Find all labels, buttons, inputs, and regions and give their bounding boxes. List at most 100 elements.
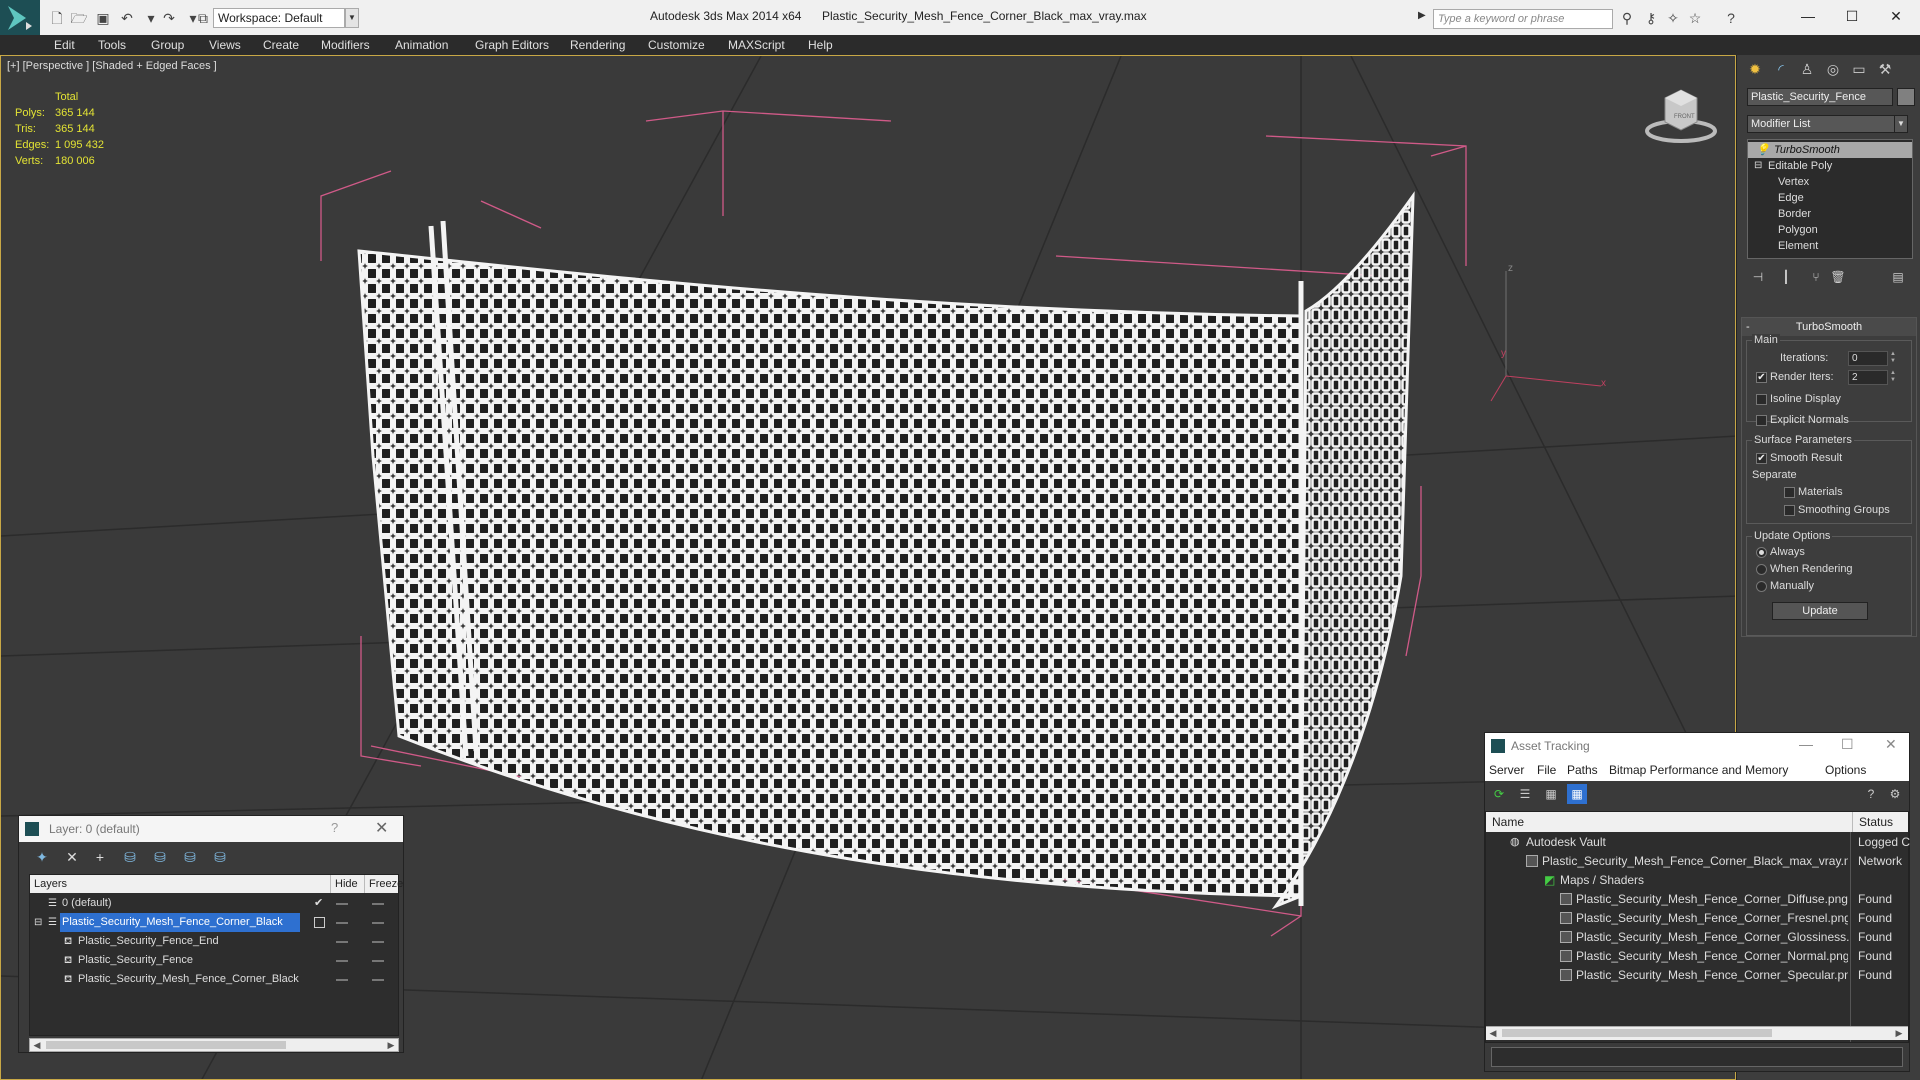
stack-item-turbosmooth[interactable]: 💡 TurboSmooth — [1748, 142, 1912, 158]
app-logo-icon[interactable] — [0, 0, 40, 35]
undo-dropdown-icon[interactable]: ▾ — [142, 9, 160, 27]
subscription-icon[interactable]: ⚷ — [1642, 9, 1660, 27]
scroll-left-icon[interactable]: ◀ — [1486, 1027, 1500, 1039]
new-file-icon[interactable]: 🗋 — [48, 9, 66, 27]
scroll-left-icon[interactable]: ◀ — [30, 1039, 44, 1051]
menu-group[interactable]: Group — [151, 38, 184, 52]
create-tab-icon[interactable]: ✹ — [1743, 58, 1767, 80]
grid-view-icon[interactable]: ▦ — [1567, 784, 1587, 804]
spinner-arrows-icon[interactable]: ▲ ▼ — [1888, 351, 1898, 366]
select-layer-icon[interactable]: ⛁ — [119, 846, 141, 868]
spinner-arrows-icon[interactable]: ▲ ▼ — [1888, 370, 1898, 385]
hide-all-layers-icon[interactable]: ⛁ — [179, 846, 201, 868]
horizontal-scrollbar[interactable]: ◀ ▶ — [29, 1038, 399, 1052]
pin-stack-icon[interactable]: ⊣ — [1747, 267, 1769, 287]
close-button[interactable]: ✕ — [375, 818, 388, 838]
menu-edit[interactable]: Edit — [54, 38, 75, 52]
stack-subitem-vertex[interactable]: Vertex — [1748, 174, 1912, 190]
menu-help[interactable]: Help — [808, 38, 833, 52]
layer-row[interactable]: ⊟ ☰ Plastic_Security_Mesh_Fence_Corner_B… — [30, 913, 398, 932]
horizontal-scrollbar[interactable]: ◀ ▶ — [1486, 1026, 1908, 1040]
layer-object-row[interactable]: ⛾ Plastic_Security_Mesh_Fence_Corner_Bla… — [30, 970, 398, 989]
remove-modifier-icon[interactable]: 🗑 — [1827, 267, 1849, 287]
set-current-checkbox[interactable] — [314, 917, 325, 928]
explicit-normals-checkbox[interactable] — [1756, 415, 1767, 426]
close-icon[interactable]: ✕ — [1876, 4, 1916, 28]
asset-row[interactable]: Plastic_Security_Mesh_Fence_Corner_Black… — [1486, 852, 1908, 871]
project-folder-icon[interactable]: ⧉ — [194, 9, 212, 27]
rollout-collapse-label[interactable]: - — [1746, 318, 1750, 336]
menu-graph-editors[interactable]: Graph Editors — [475, 38, 549, 52]
chevron-down-icon[interactable]: ▼ — [1894, 115, 1908, 133]
stack-subitem-polygon[interactable]: Polygon — [1748, 222, 1912, 238]
object-color-swatch[interactable] — [1897, 88, 1915, 106]
table-view-icon[interactable]: ▦ — [1541, 784, 1561, 804]
when-rendering-radio[interactable] — [1756, 564, 1767, 575]
object-name-input[interactable]: Plastic_Security_Fence — [1747, 88, 1893, 106]
scroll-right-icon[interactable]: ▶ — [384, 1039, 398, 1051]
column-freeze[interactable]: Freeze — [364, 875, 403, 893]
column-status[interactable]: Status — [1852, 812, 1893, 832]
stack-subitem-border[interactable]: Border — [1748, 206, 1912, 222]
delete-layer-icon[interactable]: ✕ — [61, 846, 83, 868]
configure-sets-icon[interactable]: ▤ — [1887, 267, 1909, 287]
workspace-dropdown[interactable]: Workspace: Default — [213, 8, 345, 28]
favorites-star-icon[interactable]: ☆ — [1686, 9, 1704, 27]
save-file-icon[interactable]: ▣ — [94, 9, 112, 27]
undo-icon[interactable]: ↶ — [118, 9, 136, 27]
layer-dialog-title[interactable]: Layer: 0 (default) — [19, 816, 403, 842]
maximize-icon[interactable]: ☐ — [1832, 4, 1872, 28]
make-unique-icon[interactable]: ⑂ — [1805, 267, 1827, 287]
stack-subitem-element[interactable]: Element — [1748, 238, 1912, 254]
manually-radio[interactable] — [1756, 581, 1767, 592]
asset-row[interactable]: ◍ Autodesk Vault Logged C — [1486, 833, 1910, 852]
open-file-icon[interactable]: 🗁 — [70, 9, 88, 27]
column-layers[interactable]: Layers — [34, 875, 67, 893]
asset-row[interactable]: Plastic_Security_Mesh_Fence_Corner_Diffu… — [1486, 890, 1908, 909]
scrollbar-thumb[interactable] — [1502, 1029, 1772, 1037]
settings-icon[interactable]: ⚙ — [1885, 784, 1905, 804]
materials-checkbox[interactable] — [1784, 487, 1795, 498]
collapse-minus-icon[interactable]: ⊟ — [34, 913, 42, 932]
menu-create[interactable]: Create — [263, 38, 299, 52]
menu-maxscript[interactable]: MAXScript — [728, 38, 785, 52]
asset-row[interactable]: Plastic_Security_Mesh_Fence_Corner_Gloss… — [1486, 928, 1908, 947]
refresh-icon[interactable]: ⟳ — [1489, 784, 1509, 804]
add-to-layer-icon[interactable]: + — [89, 846, 111, 868]
scrollbar-thumb[interactable] — [46, 1041, 286, 1049]
hierarchy-tab-icon[interactable]: ♙ — [1795, 58, 1819, 80]
asset-menu-file[interactable]: File — [1537, 763, 1556, 777]
search-input[interactable]: Type a keyword or phrase — [1433, 9, 1613, 29]
viewport-label[interactable]: [+] [Perspective ] [Shaded + Edged Faces… — [7, 60, 217, 72]
stack-item-editable-poly[interactable]: ⊟ Editable Poly — [1748, 158, 1912, 174]
binoculars-icon[interactable]: ⚲ — [1618, 9, 1636, 27]
help-icon[interactable]: ? — [1861, 784, 1881, 804]
isoline-display-checkbox[interactable] — [1756, 394, 1767, 405]
asset-menu-server[interactable]: Server — [1489, 763, 1524, 777]
help-button[interactable]: ? — [331, 820, 338, 835]
highlight-layer-icon[interactable]: ⛁ — [149, 846, 171, 868]
new-layer-icon[interactable]: ✦ — [31, 846, 53, 868]
asset-row[interactable]: Plastic_Security_Mesh_Fence_Corner_Norma… — [1486, 947, 1908, 966]
stack-subitem-edge[interactable]: Edge — [1748, 190, 1912, 206]
search-expand-icon[interactable]: ▶ — [1418, 10, 1426, 21]
asset-menu-bitmap-performance[interactable]: Bitmap Performance and Memory — [1609, 763, 1788, 777]
asset-menu-options[interactable]: Options — [1825, 763, 1866, 777]
layer-object-row[interactable]: ⛾ Plastic_Security_Fence — [30, 951, 398, 970]
modifier-list-dropdown[interactable]: Modifier List — [1747, 115, 1907, 133]
always-radio[interactable] — [1756, 547, 1767, 558]
maximize-icon[interactable]: ☐ — [1841, 736, 1854, 753]
display-tab-icon[interactable]: ▭ — [1847, 58, 1871, 80]
show-end-result-icon[interactable]: ┃ — [1775, 267, 1797, 287]
collapse-minus-icon[interactable]: ⊟ — [1754, 158, 1762, 174]
menu-tools[interactable]: Tools — [98, 38, 126, 52]
iterations-spinner[interactable]: 0 — [1848, 351, 1888, 366]
list-view-icon[interactable]: ☰ — [1515, 784, 1535, 804]
scroll-right-icon[interactable]: ▶ — [1892, 1027, 1906, 1039]
asset-row[interactable]: ◩ Maps / Shaders — [1486, 871, 1908, 890]
column-name[interactable]: Name — [1492, 812, 1524, 832]
layer-row[interactable]: ☰ 0 (default) ✔ — [30, 894, 398, 913]
menu-modifiers[interactable]: Modifiers — [321, 38, 370, 52]
redo-icon[interactable]: ↷ — [160, 9, 178, 27]
lightbulb-icon[interactable]: 💡 — [1756, 142, 1770, 158]
